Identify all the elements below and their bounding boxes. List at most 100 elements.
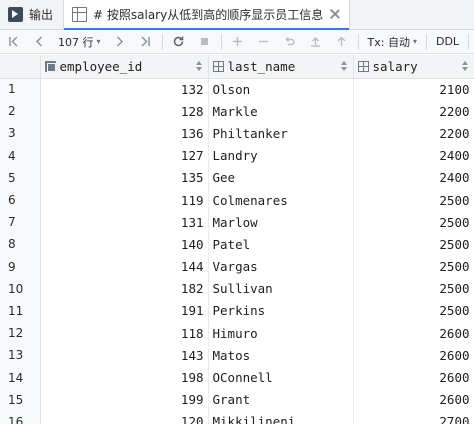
last-page-button[interactable] bbox=[133, 30, 159, 54]
cell-last-name[interactable]: Landry bbox=[208, 144, 354, 167]
plus-icon bbox=[233, 37, 243, 46]
cell-employee-id[interactable]: 136 bbox=[40, 122, 209, 145]
first-page-button[interactable] bbox=[0, 30, 26, 54]
cell-salary[interactable]: 2500 bbox=[353, 299, 474, 323]
row-number: 12 bbox=[0, 322, 41, 345]
cell-last-name[interactable]: Olson bbox=[208, 78, 354, 101]
row-number: 15 bbox=[0, 388, 41, 411]
add-row-button[interactable] bbox=[225, 30, 251, 54]
cell-salary[interactable]: 2100 bbox=[353, 78, 474, 101]
cell-last-name[interactable]: Mikkilineni bbox=[208, 410, 354, 424]
table-row[interactable]: 8 140 Patel 2500 bbox=[0, 233, 474, 256]
transaction-mode-dropdown[interactable]: Tx: 自动 ▾ bbox=[362, 30, 423, 54]
cell-salary[interactable]: 2600 bbox=[353, 388, 474, 411]
cell-salary[interactable]: 2500 bbox=[353, 255, 474, 278]
cell-last-name[interactable]: Vargas bbox=[208, 255, 354, 278]
table-row[interactable]: 2 128 Markle 2200 bbox=[0, 100, 474, 123]
table-row[interactable]: 15 199 Grant 2600 bbox=[0, 388, 474, 411]
cell-salary[interactable]: 2500 bbox=[353, 211, 474, 234]
table-row[interactable]: 11 191 Perkins 2500 bbox=[0, 299, 474, 323]
cell-salary[interactable]: 2700 bbox=[353, 410, 474, 424]
table-row[interactable]: 9 144 Vargas 2500 bbox=[0, 255, 474, 278]
pin-button[interactable] bbox=[329, 30, 355, 54]
last-page-icon bbox=[141, 36, 150, 47]
cell-last-name[interactable]: Perkins bbox=[208, 299, 354, 323]
row-number: 3 bbox=[0, 122, 41, 145]
cell-employee-id[interactable]: 127 bbox=[40, 144, 209, 167]
column-header-last-name[interactable]: last_name bbox=[208, 55, 354, 79]
cell-salary[interactable]: 2200 bbox=[353, 100, 474, 123]
cell-last-name[interactable]: Marlow bbox=[208, 211, 354, 234]
table-row[interactable]: 16 120 Mikkilineni 2700 bbox=[0, 410, 474, 424]
table-row[interactable]: 12 118 Himuro 2600 bbox=[0, 322, 474, 345]
sort-icon[interactable] bbox=[340, 61, 347, 72]
cell-salary[interactable]: 2200 bbox=[353, 122, 474, 145]
cell-last-name[interactable]: Himuro bbox=[208, 322, 354, 345]
cell-salary[interactable]: 2600 bbox=[353, 322, 474, 345]
cell-employee-id[interactable]: 135 bbox=[40, 166, 209, 189]
cell-employee-id[interactable]: 132 bbox=[40, 78, 209, 101]
table-row[interactable]: 14 198 OConnell 2600 bbox=[0, 366, 474, 389]
cell-last-name[interactable]: Matos bbox=[208, 344, 354, 367]
cell-salary[interactable]: 2600 bbox=[353, 366, 474, 389]
cell-last-name[interactable]: Markle bbox=[208, 100, 354, 123]
cell-salary[interactable]: 2600 bbox=[353, 344, 474, 367]
cell-employee-id[interactable]: 144 bbox=[40, 255, 209, 278]
cell-salary[interactable]: 2500 bbox=[353, 277, 474, 300]
cell-employee-id[interactable]: 182 bbox=[40, 277, 209, 300]
cell-last-name[interactable]: OConnell bbox=[208, 366, 354, 389]
table-row[interactable]: 10 182 Sullivan 2500 bbox=[0, 277, 474, 300]
cell-employee-id[interactable]: 131 bbox=[40, 211, 209, 234]
result-toolbar: 107 行 ▾ Tx: 自动 ▾ DDL bbox=[0, 30, 474, 54]
tab-output[interactable]: 输出 bbox=[0, 0, 63, 29]
result-grid: employee_id last_name salary 1 132 Olson… bbox=[0, 55, 474, 424]
delete-row-button[interactable] bbox=[251, 30, 277, 54]
cell-last-name[interactable]: Patel bbox=[208, 233, 354, 256]
cell-last-name[interactable]: Grant bbox=[208, 388, 354, 411]
cell-salary[interactable]: 2500 bbox=[353, 233, 474, 256]
table-row[interactable]: 7 131 Marlow 2500 bbox=[0, 211, 474, 234]
row-count-dropdown[interactable]: 107 行 ▾ bbox=[52, 30, 107, 54]
cell-last-name[interactable]: Sullivan bbox=[208, 277, 354, 300]
column-header-salary[interactable]: salary bbox=[353, 55, 474, 79]
cell-salary[interactable]: 2400 bbox=[353, 166, 474, 189]
column-icon bbox=[212, 60, 224, 72]
column-icon bbox=[357, 60, 369, 72]
cell-salary[interactable]: 2400 bbox=[353, 144, 474, 167]
cell-last-name[interactable]: Colmenares bbox=[208, 188, 354, 212]
cell-employee-id[interactable]: 118 bbox=[40, 322, 209, 345]
table-row[interactable]: 13 143 Matos 2600 bbox=[0, 344, 474, 367]
sort-icon[interactable] bbox=[461, 61, 468, 72]
table-row[interactable]: 3 136 Philtanker 2200 bbox=[0, 122, 474, 145]
column-header-employee-id[interactable]: employee_id bbox=[40, 55, 209, 79]
close-icon[interactable] bbox=[329, 8, 341, 20]
table-row[interactable]: 4 127 Landry 2400 bbox=[0, 144, 474, 167]
cell-salary[interactable]: 2500 bbox=[353, 188, 474, 212]
upload-icon bbox=[311, 37, 321, 47]
row-number: 7 bbox=[0, 211, 41, 234]
submit-button[interactable] bbox=[303, 30, 329, 54]
ddl-button[interactable]: DDL bbox=[430, 30, 465, 54]
cell-employee-id[interactable]: 128 bbox=[40, 100, 209, 123]
stop-button[interactable] bbox=[192, 30, 218, 54]
chevron-down-icon: ▾ bbox=[96, 37, 101, 46]
tab-query-result[interactable]: # 按照salary从低到高的顺序显示员工信息 bbox=[63, 0, 351, 30]
toolbar-divider bbox=[468, 33, 470, 50]
revert-button[interactable] bbox=[277, 30, 303, 54]
cell-employee-id[interactable]: 120 bbox=[40, 410, 209, 424]
cell-last-name[interactable]: Gee bbox=[208, 166, 354, 189]
table-row[interactable]: 1 132 Olson 2100 bbox=[0, 78, 474, 101]
cell-employee-id[interactable]: 119 bbox=[40, 188, 209, 212]
cell-employee-id[interactable]: 143 bbox=[40, 344, 209, 367]
cell-last-name[interactable]: Philtanker bbox=[208, 122, 354, 145]
cell-employee-id[interactable]: 140 bbox=[40, 233, 209, 256]
table-row[interactable]: 5 135 Gee 2400 bbox=[0, 166, 474, 189]
refresh-button[interactable] bbox=[166, 30, 192, 54]
table-row[interactable]: 6 119 Colmenares 2500 bbox=[0, 188, 474, 212]
cell-employee-id[interactable]: 198 bbox=[40, 366, 209, 389]
next-page-button[interactable] bbox=[107, 30, 133, 54]
cell-employee-id[interactable]: 191 bbox=[40, 299, 209, 323]
previous-page-button[interactable] bbox=[26, 30, 52, 54]
sort-icon[interactable] bbox=[195, 61, 202, 72]
cell-employee-id[interactable]: 199 bbox=[40, 388, 209, 411]
